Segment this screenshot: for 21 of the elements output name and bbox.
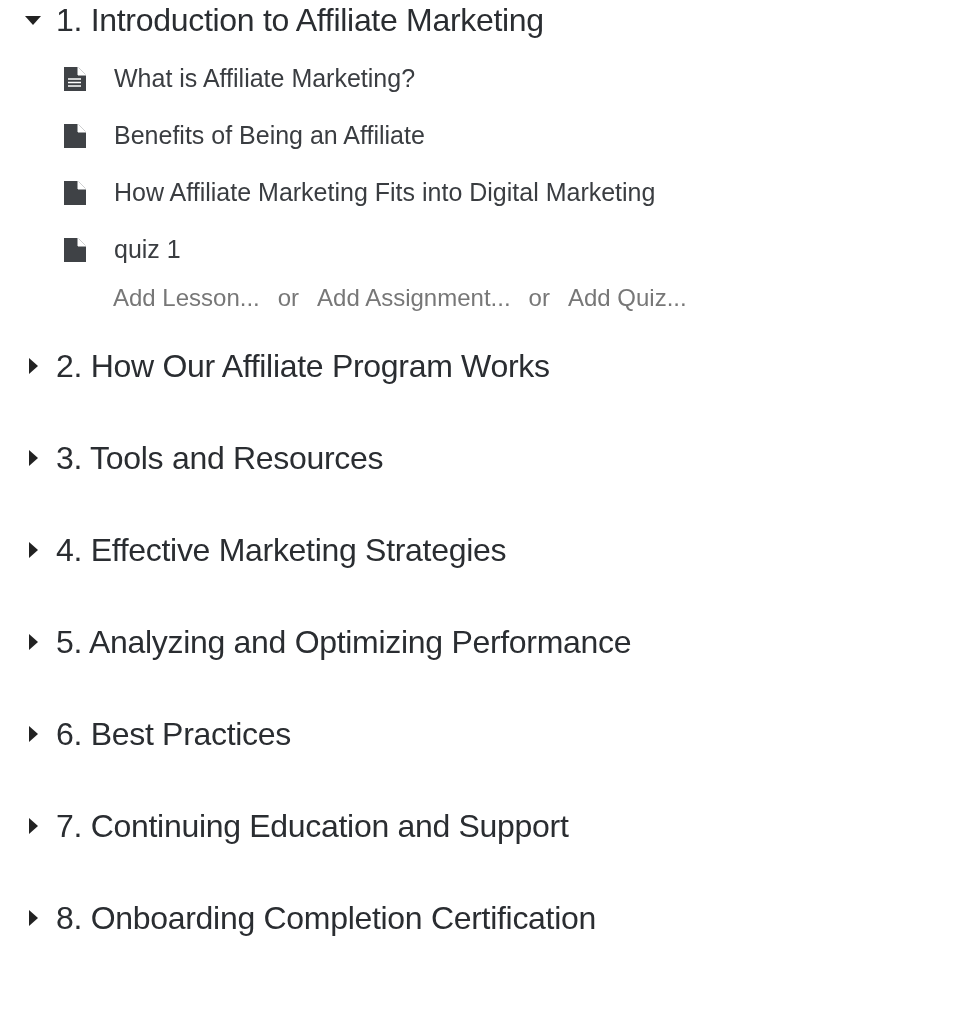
lesson-link[interactable]: Benefits of Being an Affiliate [114, 121, 425, 150]
section-title[interactable]: 3. Tools and Resources [56, 438, 384, 478]
section-title[interactable]: 8. Onboarding Completion Certification [56, 898, 596, 938]
section-title[interactable]: 7. Continuing Education and Support [56, 806, 569, 846]
lesson-link[interactable]: What is Affiliate Marketing? [114, 64, 416, 93]
separator-text: or [277, 284, 300, 312]
add-link[interactable]: Add Lesson... [113, 284, 260, 312]
add-link[interactable]: Add Quiz... [567, 284, 687, 312]
document-icon [63, 65, 87, 92]
file-icon [63, 122, 87, 149]
section-title[interactable]: 4. Effective Marketing Strategies [56, 530, 507, 570]
separator-text: or [528, 284, 550, 312]
section-title[interactable]: 2. How Our Affiliate Program Works [56, 346, 550, 386]
file-icon [63, 236, 87, 263]
section-title[interactable]: 1. Introduction to Affiliate Marketing [56, 0, 544, 40]
section-title[interactable]: 6. Best Practices [56, 714, 291, 754]
lesson-link[interactable]: quiz 1 [114, 235, 181, 264]
file-icon [63, 179, 87, 206]
add-link[interactable]: Add Assignment... [317, 284, 511, 312]
section-title[interactable]: 5. Analyzing and Optimizing Performance [56, 622, 632, 662]
lesson-link[interactable]: How Affiliate Marketing Fits into Digital Marketing [114, 178, 656, 207]
